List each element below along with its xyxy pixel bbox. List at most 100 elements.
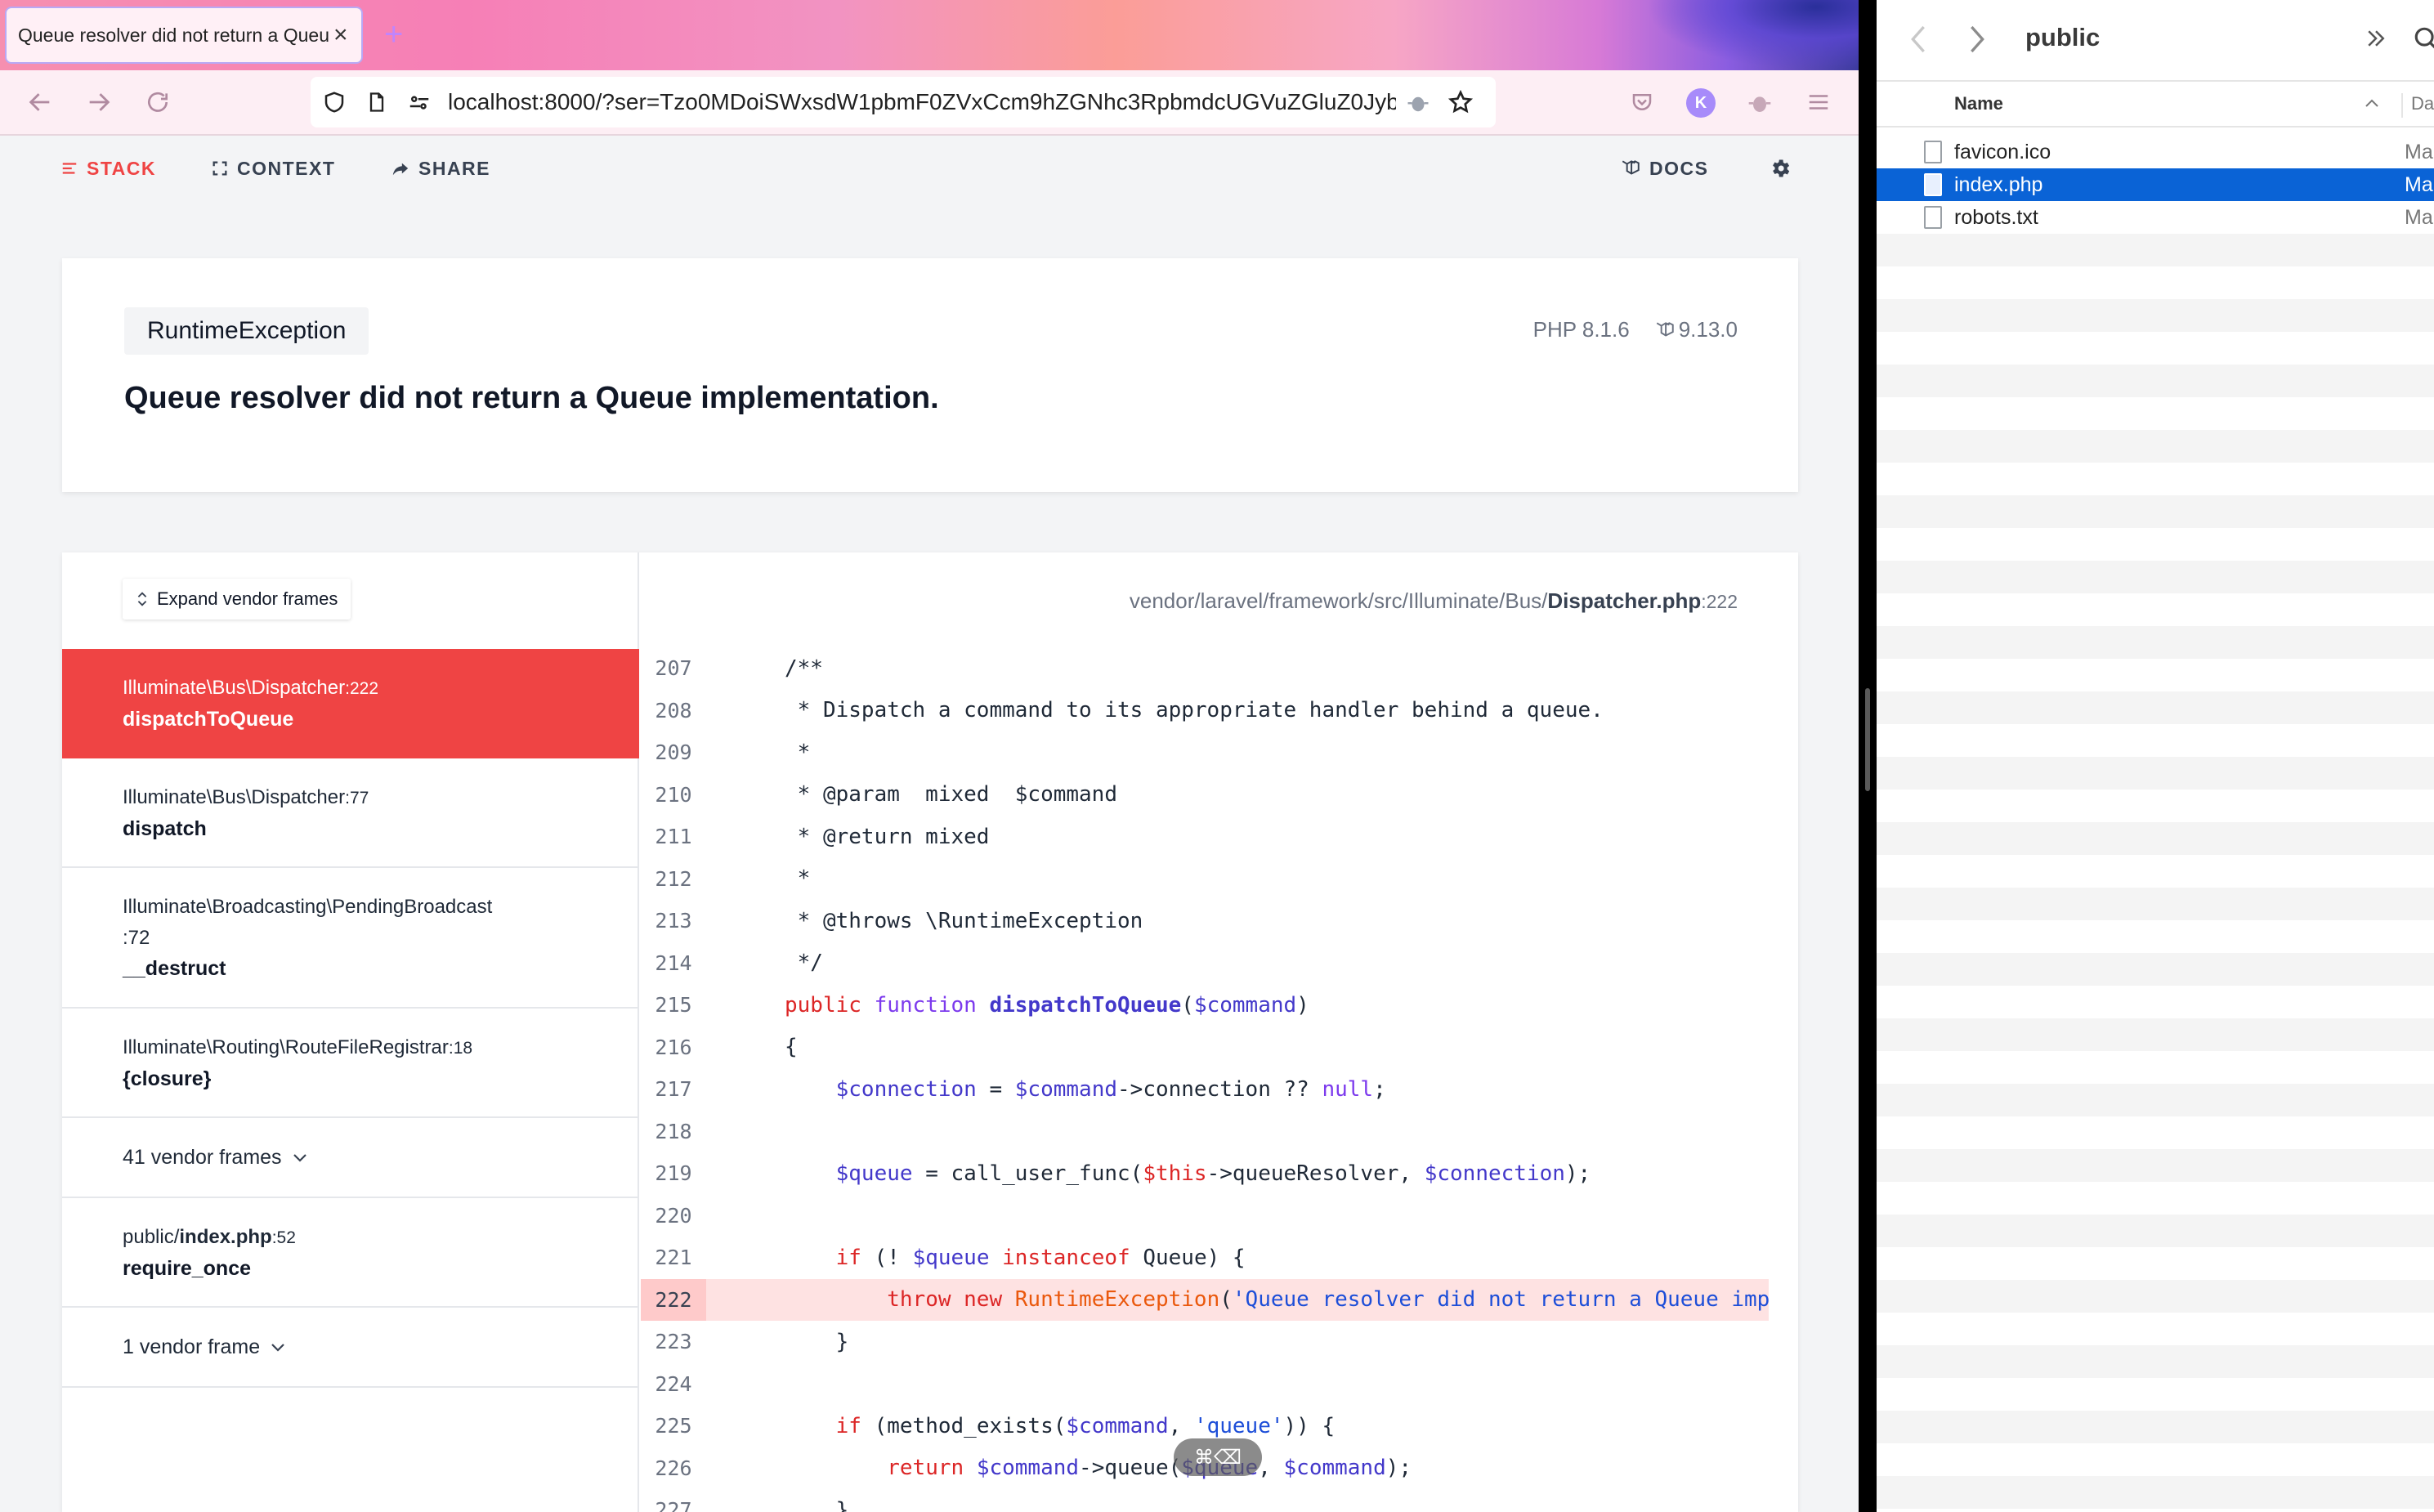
tab-title: Queue resolver did not return a Queue im…	[18, 24, 329, 46]
frame-item[interactable]: Illuminate\Bus\Dispatcher:222 dispatchTo…	[62, 649, 639, 758]
highlighted-code-line: 222 throw new RuntimeException('Queue re…	[641, 1278, 1769, 1321]
profile-avatar[interactable]: K	[1686, 88, 1716, 118]
line-number: 219	[655, 1161, 692, 1186]
file-date: Ma	[2405, 140, 2433, 163]
permissions-icon[interactable]	[400, 83, 438, 121]
code-line: 224	[641, 1363, 1769, 1406]
file-name: robots.txt	[1954, 205, 2038, 229]
vendor-frames-count: 41 vendor frames	[123, 1145, 282, 1169]
file-name: favicon.ico	[1954, 140, 2051, 163]
file-date: Ma	[2405, 205, 2433, 229]
frame-item[interactable]: public/index.php:52 require_once	[62, 1198, 639, 1308]
page-icon[interactable]	[358, 83, 396, 121]
laravel-version: 9.13.0	[1678, 317, 1738, 342]
ignition-nav: STACK CONTEXT SHARE DOCS	[0, 136, 1859, 199]
nav-share-label: SHARE	[418, 157, 491, 179]
exception-class-badge: RuntimeException	[124, 307, 369, 355]
finder-toolbar: public	[1877, 0, 2434, 82]
shield-icon[interactable]	[315, 83, 353, 121]
code-line: 223 }	[641, 1321, 1769, 1363]
line-number: 217	[655, 1077, 692, 1102]
stack-icon	[62, 163, 77, 174]
line-number: 220	[655, 1203, 692, 1228]
finder-forward-icon[interactable]	[1966, 23, 1988, 60]
new-tab-icon[interactable]: +	[384, 15, 403, 54]
file-icon	[1924, 141, 1942, 163]
code-line: 227 }	[641, 1489, 1769, 1512]
vendor-frames-toggle[interactable]: 1 vendor frame	[62, 1308, 639, 1388]
code-line: 210 * @param mixed $command	[641, 774, 1769, 816]
line-number: 215	[655, 993, 692, 1018]
code-line: 207 /**	[641, 647, 1769, 690]
address-bar[interactable]: localhost:8000/?ser=Tzo0MDoiSWxsdW1pbmF0…	[311, 77, 1496, 127]
line-number: 208	[655, 698, 692, 722]
line-number: 227	[655, 1498, 692, 1512]
file-row-selected[interactable]: index.php Ma	[1877, 168, 2434, 201]
keyboard-shortcut-overlay: ⌘⌫	[1174, 1438, 1262, 1476]
nav-context[interactable]: CONTEXT	[211, 155, 335, 181]
frame-function: dispatchToQueue	[123, 707, 294, 731]
vendor-frames-toggle[interactable]: 41 vendor frames	[62, 1118, 639, 1198]
extension-bug-icon[interactable]	[1739, 82, 1780, 123]
settings-gear-icon[interactable]	[1769, 155, 1800, 181]
file-name: index.php	[1954, 172, 2043, 196]
frame-dir: public/	[123, 1225, 180, 1248]
finder-column-header: Name Dat	[1877, 83, 2434, 127]
expand-vendor-frames-label: Expand vendor frames	[157, 588, 338, 609]
bug-icon[interactable]	[1399, 83, 1437, 121]
search-icon[interactable]	[2413, 23, 2434, 60]
chevron-down-icon	[271, 1344, 284, 1352]
sort-ascending-icon[interactable]	[2364, 96, 2380, 114]
file-date: Ma	[2405, 172, 2433, 196]
tab-close-icon[interactable]: ×	[333, 21, 348, 49]
frame-line: :18	[448, 1038, 473, 1058]
nav-docs[interactable]: DOCS	[1620, 155, 1708, 181]
chevron-down-icon	[293, 1154, 306, 1162]
line-number: 221	[655, 1246, 692, 1270]
file-name: Dispatcher.php	[1547, 588, 1702, 613]
reload-icon[interactable]	[137, 82, 178, 123]
file-list: favicon.ico Ma index.php Ma robots.txt M…	[1877, 136, 2434, 1512]
expand-vendor-frames-button[interactable]: Expand vendor frames	[123, 579, 351, 620]
nav-docs-label: DOCS	[1649, 157, 1709, 179]
line-number: 223	[655, 1330, 692, 1354]
divider-grip[interactable]	[1865, 688, 1870, 791]
code-line: 208 * Dispatch a command to its appropri…	[641, 690, 1769, 732]
code-line: 219 $queue = call_user_func($this->queue…	[641, 1152, 1769, 1195]
nav-stack[interactable]: STACK	[60, 155, 156, 181]
expand-chevrons-icon	[137, 592, 147, 606]
file-path[interactable]: vendor/laravel/framework/src/Illuminate/…	[1130, 588, 1738, 614]
menu-hamburger-icon[interactable]	[1798, 82, 1839, 123]
back-arrow-icon[interactable]	[20, 82, 60, 123]
code-text: *	[785, 866, 811, 892]
forward-arrow-icon[interactable]	[78, 82, 119, 123]
bookmark-star-icon[interactable]	[1442, 83, 1479, 121]
toolbar-overflow-icon[interactable]	[2364, 26, 2388, 55]
file-row[interactable]: favicon.ico Ma	[1877, 136, 2434, 168]
frames-list: Expand vendor frames Illuminate\Bus\Disp…	[62, 552, 639, 1512]
file-line: :222	[1701, 591, 1738, 612]
browser-tab[interactable]: Queue resolver did not return a Queue im…	[5, 7, 363, 64]
finder-back-icon[interactable]	[1908, 23, 1929, 60]
code-line: 218	[641, 1111, 1769, 1153]
frame-class: Illuminate\Bus\Dispatcher	[123, 676, 346, 699]
column-date-header[interactable]: Dat	[2401, 93, 2434, 118]
frame-item[interactable]: Illuminate\Bus\Dispatcher:77 dispatch	[62, 758, 639, 868]
frame-item[interactable]: Illuminate\Broadcasting\PendingBroadcast…	[62, 868, 639, 1009]
column-name-header[interactable]: Name	[1954, 93, 2003, 114]
nav-share[interactable]: SHARE	[391, 155, 490, 181]
frame-function: require_once	[123, 1256, 252, 1280]
line-number: 224	[655, 1371, 692, 1396]
pocket-icon[interactable]	[1622, 82, 1662, 123]
exception-card: RuntimeException PHP 8.1.6 9.13.0 Queue …	[62, 258, 1798, 492]
file-row[interactable]: robots.txt Ma	[1877, 201, 2434, 234]
window-divider[interactable]	[1859, 0, 1877, 1512]
code-text: *	[785, 740, 811, 765]
frame-class: Illuminate\Bus\Dispatcher	[123, 785, 346, 808]
tab-bar: Queue resolver did not return a Queue im…	[0, 0, 1859, 70]
code-text: {	[785, 1035, 798, 1060]
frame-item[interactable]: Illuminate\Routing\RouteFileRegistrar:18…	[62, 1009, 639, 1118]
frame-line: :77	[345, 788, 369, 807]
file-icon	[1924, 206, 1942, 229]
line-number: 216	[655, 1035, 692, 1059]
